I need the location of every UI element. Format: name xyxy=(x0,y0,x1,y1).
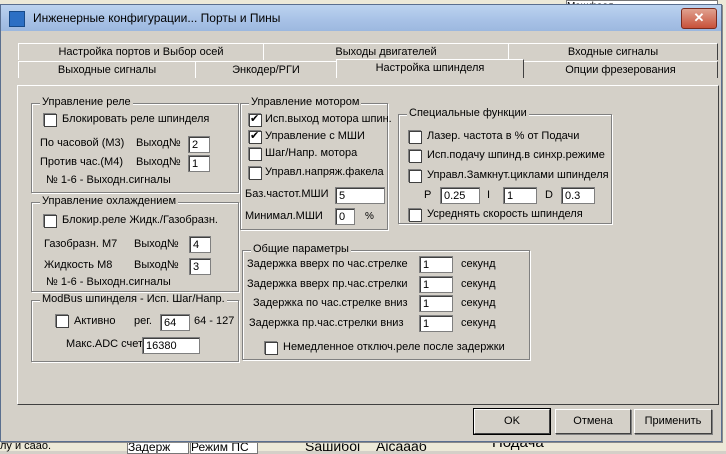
pwm-base-freq-label: Баз.частот.МШИ xyxy=(245,188,329,200)
tab-output-signals[interactable]: Выходные сигналы xyxy=(18,61,196,78)
laser-freq-checkbox[interactable] xyxy=(409,131,422,144)
app-icon xyxy=(9,11,25,27)
bg-field-mode: Режим ПС xyxy=(190,440,258,454)
pid-i-input[interactable]: 1 xyxy=(503,187,537,204)
config-dialog: Инженерные конфигурации... Порты и Пины … xyxy=(0,4,722,442)
tab-input-signals[interactable]: Входные сигналы xyxy=(508,43,718,60)
pwm-min-percent: % xyxy=(365,211,374,222)
modbus-adc-label: Макс.ADC счет xyxy=(66,338,144,350)
modbus-group: ModBus шпинделя - Исп. Шаг/Напр. Активно… xyxy=(31,293,239,362)
delay-up-cw-unit: секунд xyxy=(461,258,496,270)
modbus-active-checkbox[interactable] xyxy=(56,315,69,328)
ccw-label: Против час.(М4) xyxy=(40,156,123,168)
laser-freq-label: Лазер. частота в % от Подачи xyxy=(427,130,580,142)
delay-up-ccw-input[interactable]: 1 xyxy=(419,276,453,293)
average-speed-checkbox[interactable] xyxy=(409,209,422,222)
delay-up-ccw-label: Задержка вверх пр.час.стрелки xyxy=(247,278,408,290)
pwm-min-label: Минимал.МШИ xyxy=(245,210,323,222)
spindle-panel: Управление реле Блокировать реле шпиндел… xyxy=(17,85,719,405)
liquid-output-input[interactable]: 3 xyxy=(189,258,211,275)
modbus-reg-input[interactable]: 64 xyxy=(160,314,190,331)
disable-spindle-relay-checkbox[interactable] xyxy=(44,114,57,127)
modbus-group-title: ModBus шпинделя - Исп. Шаг/Напр. xyxy=(40,293,227,305)
gas-label: Газобразн. М7 xyxy=(44,238,118,250)
cw-output-input[interactable]: 2 xyxy=(188,136,210,153)
immediate-relay-off-checkbox[interactable] xyxy=(265,342,278,355)
delay-up-ccw-unit: секунд xyxy=(461,278,496,290)
closed-loop-label: Управл.Замкнут.циклами шпинделя xyxy=(427,169,609,181)
modbus-active-label: Активно xyxy=(74,315,116,327)
pid-d-input[interactable]: 0.3 xyxy=(561,187,595,204)
use-spindle-motor-output-label: Исп.выход мотора шпин. xyxy=(265,113,392,125)
pid-p-label: P xyxy=(424,189,432,201)
apply-button[interactable]: Применить xyxy=(634,409,712,434)
cw-output-label: Выход№ xyxy=(136,137,181,149)
relay-output-note: № 1-6 - Выходн.сигналы xyxy=(46,174,171,186)
gas-output-input[interactable]: 4 xyxy=(189,236,211,253)
ccw-output-label: Выход№ xyxy=(136,156,181,168)
pid-d-label: D xyxy=(545,189,553,201)
torch-voltage-checkbox[interactable] xyxy=(249,167,262,180)
disable-cooling-relay-checkbox[interactable] xyxy=(44,215,57,228)
modbus-range-label: 64 - 127 xyxy=(194,315,235,327)
delay-down-cw-unit: секунд xyxy=(461,297,496,309)
cooling-group: Управление охлаждением Блокир.реле Жидк.… xyxy=(31,195,239,292)
close-button[interactable]: ✕ xyxy=(681,8,717,29)
delay-up-cw-input[interactable]: 1 xyxy=(419,256,453,273)
motor-group: Управление мотором Исп.выход мотора шпин… xyxy=(240,96,392,230)
cancel-button[interactable]: Отмена xyxy=(555,409,631,434)
general-params-group: Общие параметры Задержка вверх по час.ст… xyxy=(242,243,530,360)
delay-down-cw-label: Задержка по час.стрелке вниз xyxy=(253,297,408,309)
delay-down-ccw-input[interactable]: 1 xyxy=(419,315,453,332)
cooling-output-note: № 1-6 - Выходн.сигналы xyxy=(46,276,171,288)
use-spindle-motor-output-checkbox[interactable] xyxy=(249,113,262,127)
motor-group-title: Управление мотором xyxy=(249,96,362,108)
closed-loop-checkbox[interactable] xyxy=(409,170,422,183)
liquid-label: Жидкость М8 xyxy=(44,259,113,271)
step-dir-motor-checkbox[interactable] xyxy=(249,148,262,161)
cooling-group-title: Управление охлаждением xyxy=(40,195,179,207)
pid-i-label: I xyxy=(487,189,491,201)
pwm-control-label: Управление с МШИ xyxy=(265,130,365,142)
delay-down-cw-input[interactable]: 1 xyxy=(419,295,453,312)
tab-milling-options[interactable]: Опции фрезерования xyxy=(523,61,718,78)
sync-feed-checkbox[interactable] xyxy=(409,150,422,163)
special-functions-title: Специальные функции xyxy=(407,107,529,119)
delay-up-cw-label: Задержка вверх по час.стрелке xyxy=(247,258,408,270)
ok-button[interactable]: OK xyxy=(473,408,551,435)
torch-voltage-label: Управл.напряж.факела xyxy=(265,166,384,178)
step-dir-motor-label: Шаг/Напр. мотора xyxy=(265,147,358,159)
modbus-reg-label: рег. xyxy=(134,315,152,327)
pwm-min-input[interactable]: 0 xyxy=(335,208,355,225)
ccw-output-input[interactable]: 1 xyxy=(188,155,210,172)
disable-cooling-relay-label: Блокир.реле Жидк./Газобразн. xyxy=(62,214,218,226)
relay-group: Управление реле Блокировать реле шпиндел… xyxy=(31,96,239,193)
liquid-output-label: Выход№ xyxy=(134,259,179,271)
tab-motor-outputs[interactable]: Выходы двигателей xyxy=(263,43,509,60)
modbus-adc-input[interactable]: 16380 xyxy=(142,337,200,354)
title-bar[interactable]: Инженерные конфигурации... Порты и Пины … xyxy=(1,5,721,31)
sync-feed-label: Исп.подачу шпинд.в синхр.режиме xyxy=(427,149,605,161)
general-params-title: Общие параметры xyxy=(251,243,351,255)
immediate-relay-off-label: Немедленное отключ.реле после задержки xyxy=(283,341,505,353)
delay-down-ccw-unit: секунд xyxy=(461,317,496,329)
tab-ports-axes[interactable]: Настройка портов и Выбор осей xyxy=(18,43,264,60)
tab-encoder[interactable]: Энкодер/РГИ xyxy=(195,61,337,78)
average-speed-label: Усреднять скорость шпинделя xyxy=(427,208,583,220)
tab-spindle-setup[interactable]: Настройка шпинделя xyxy=(336,59,524,78)
special-functions-group: Специальные функции Лазер. частота в % о… xyxy=(398,107,612,224)
relay-group-title: Управление реле xyxy=(40,96,133,108)
pid-p-input[interactable]: 0.25 xyxy=(440,187,480,204)
bg-field-delay: Задерж xyxy=(127,440,189,454)
window-title: Инженерные конфигурации... Порты и Пины xyxy=(33,11,281,25)
pwm-base-freq-input[interactable]: 5 xyxy=(335,187,385,204)
gas-output-label: Выход№ xyxy=(134,238,179,250)
pwm-control-checkbox[interactable] xyxy=(249,130,262,144)
delay-down-ccw-label: Задержка пр.час.стрелки вниз xyxy=(249,317,404,329)
disable-spindle-relay-label: Блокировать реле шпинделя xyxy=(62,113,210,125)
cw-label: По часовой (М3) xyxy=(40,137,125,149)
